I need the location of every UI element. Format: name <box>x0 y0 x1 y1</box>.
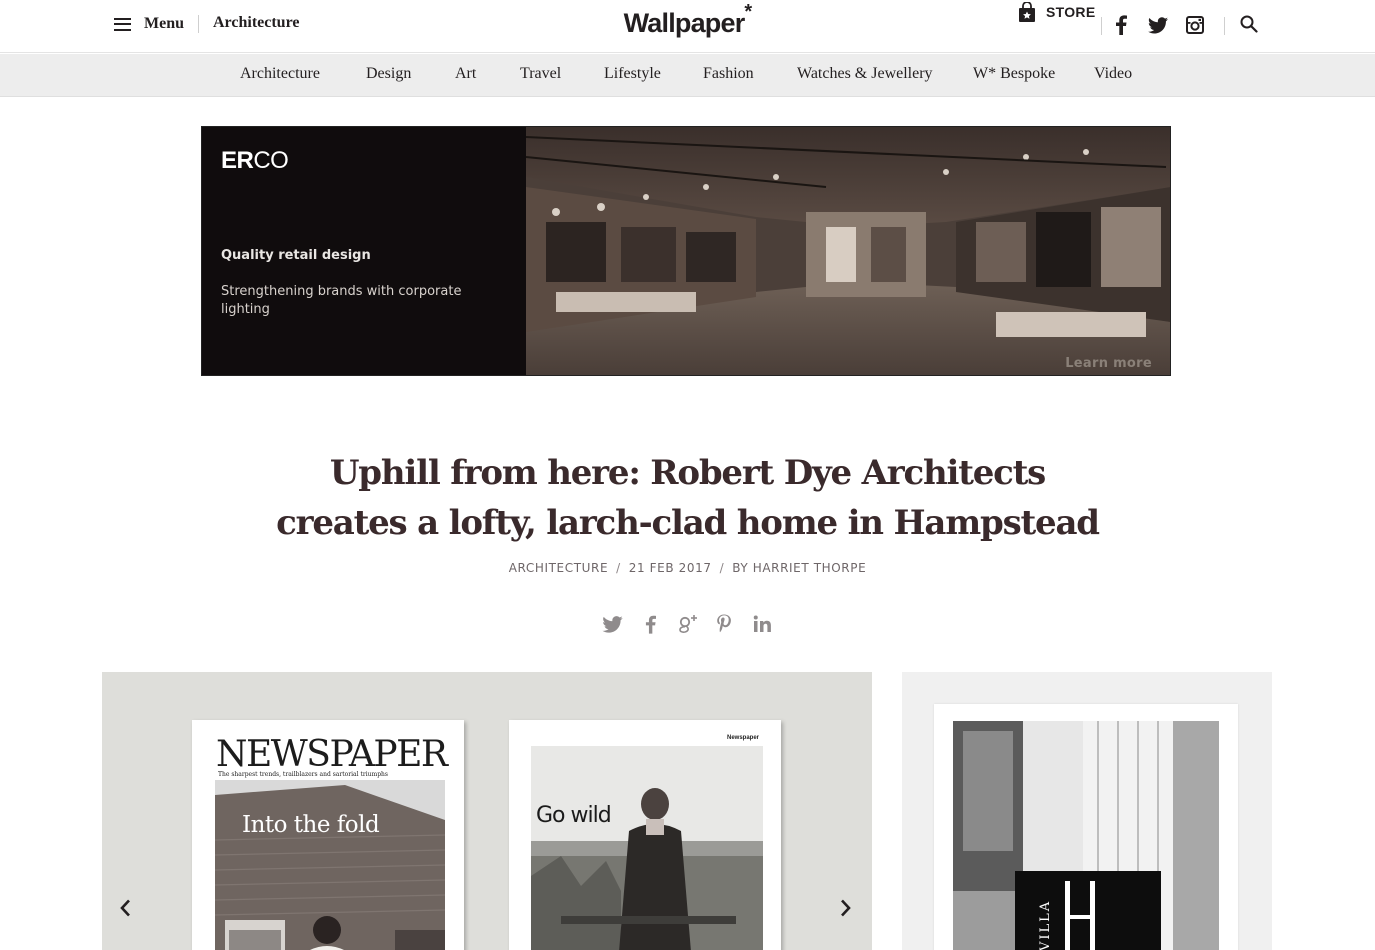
go-wild-corner-label: Newspaper <box>726 735 759 741</box>
header-divider <box>1224 17 1225 35</box>
search-icon[interactable] <box>1238 13 1260 35</box>
linkedin-icon[interactable] <box>750 611 774 637</box>
chevron-right-icon[interactable] <box>836 897 856 919</box>
instagram-icon[interactable] <box>1184 14 1206 36</box>
newspaper-masthead: NEWSPAPER <box>216 734 448 775</box>
nav-item-art[interactable]: Art <box>455 65 476 83</box>
newspaper-cover-photo <box>215 780 445 950</box>
nav-item-bespoke[interactable]: W* Bespoke <box>973 65 1055 83</box>
facebook-icon[interactable] <box>1110 14 1132 36</box>
go-wild-cover-photo <box>531 746 763 950</box>
ad-brand-logo: ERCO <box>221 147 289 174</box>
breadcrumb-section-link[interactable]: Architecture <box>213 14 299 32</box>
facebook-icon[interactable] <box>638 611 662 637</box>
newspaper-cover-headline: Into the fold <box>242 812 380 838</box>
image-gallery: NEWSPAPER The sharpest trends, trailblaz… <box>102 672 872 950</box>
store-link[interactable]: STORE <box>1019 2 1095 22</box>
ad-store-photo <box>526 127 1170 375</box>
nav-item-fashion[interactable]: Fashion <box>703 65 754 83</box>
article-title: Uphill from here: Robert Dye Architects … <box>276 453 1100 543</box>
article-category-link[interactable]: ARCHITECTURE <box>509 561 608 575</box>
menu-button[interactable]: Menu <box>114 12 184 36</box>
pinterest-icon[interactable] <box>712 611 736 637</box>
go-wild-cover-headline: Go wild <box>536 803 612 828</box>
gallery-slide-go-wild[interactable]: Newspaper Go wild <box>509 720 781 950</box>
nav-item-lifestyle[interactable]: Lifestyle <box>604 65 661 83</box>
villa-brand-text: VILLA <box>1038 900 1053 950</box>
nav-item-architecture[interactable]: Architecture <box>240 65 320 83</box>
logo-asterisk: * <box>744 1 752 23</box>
ad-text-panel: ERCO Quality retail design Strengthening… <box>202 127 526 375</box>
article-author-link[interactable]: BY HARRIET THORPE <box>732 561 866 575</box>
store-label[interactable]: STORE <box>1046 4 1095 20</box>
ad-learn-more-link[interactable]: Learn more <box>1065 356 1152 371</box>
chevron-left-icon[interactable] <box>115 897 135 919</box>
menu-label[interactable]: Menu <box>144 15 184 33</box>
nav-item-watches-jewellery[interactable]: Watches & Jewellery <box>797 65 933 83</box>
site-header: Menu Architecture Wallpaper* STORE <box>0 0 1375 53</box>
twitter-icon[interactable] <box>1147 14 1169 36</box>
meta-separator: / <box>616 561 621 575</box>
sidebar-ad[interactable]: VILLA <box>902 672 1272 950</box>
site-logo[interactable]: Wallpaper* <box>624 1 753 38</box>
sidebar-ad-photo: VILLA <box>953 721 1219 950</box>
meta-separator: / <box>719 561 725 575</box>
shopping-bag-icon <box>1019 2 1035 22</box>
banner-ad[interactable]: ERCO Quality retail design Strengthening… <box>201 126 1171 376</box>
nav-item-video[interactable]: Video <box>1094 65 1132 83</box>
google-plus-icon[interactable] <box>676 611 700 637</box>
hamburger-icon[interactable] <box>114 17 131 31</box>
section-nav: Architecture Design Art Travel Lifestyle… <box>0 54 1375 97</box>
ad-copy: Strengthening brands with corporate ligh… <box>221 284 462 317</box>
breadcrumb-divider <box>198 15 199 33</box>
article-meta: ARCHITECTURE / 21 FEB 2017 / BY HARRIET THOR… <box>0 561 1375 575</box>
twitter-icon[interactable] <box>600 611 624 637</box>
header-divider <box>1101 17 1102 35</box>
gallery-slide-newspaper[interactable]: NEWSPAPER The sharpest trends, trailblaz… <box>192 720 464 950</box>
ad-headline: Quality retail design <box>221 248 371 263</box>
nav-item-design[interactable]: Design <box>366 65 411 83</box>
newspaper-tagline: The sharpest trends, trailblazers and sa… <box>218 771 388 778</box>
logo-text[interactable]: Wallpaper <box>624 8 746 38</box>
share-bar <box>0 611 1375 637</box>
nav-item-travel[interactable]: Travel <box>520 65 561 83</box>
article-date: 21 FEB 2017 <box>628 561 712 575</box>
